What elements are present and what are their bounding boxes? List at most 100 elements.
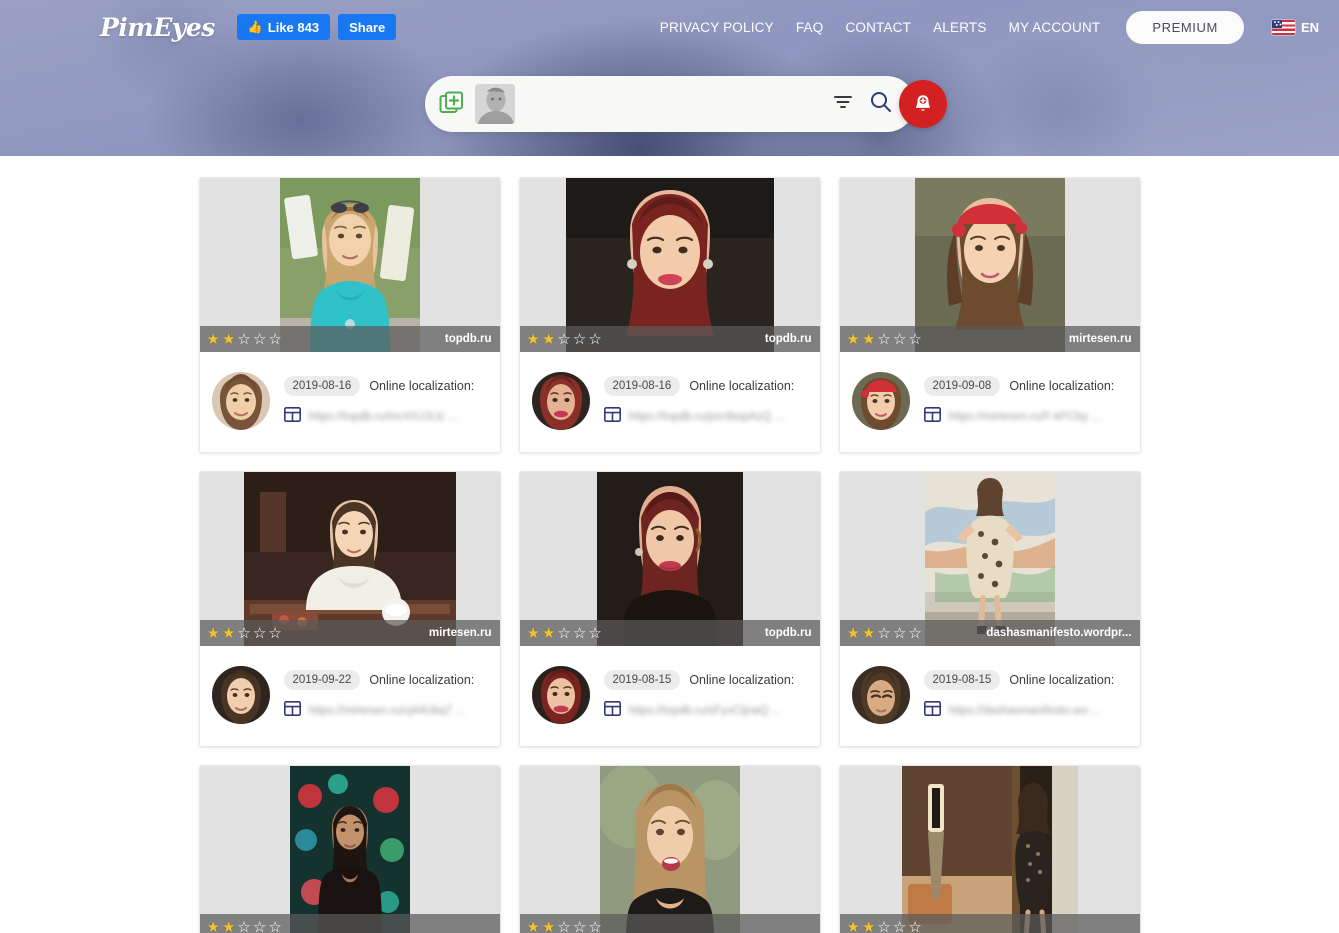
star-empty: ☆ xyxy=(908,624,922,642)
star-empty: ☆ xyxy=(877,624,891,642)
star-rating[interactable]: ★ ★ ☆ ☆ ☆ xyxy=(207,626,282,641)
result-url[interactable]: https://mirtesen.ru/F-kFCby ... xyxy=(949,411,1101,423)
language-code-label: EN xyxy=(1300,19,1319,35)
star-empty: ☆ xyxy=(252,330,267,348)
result-card[interactable]: ★ ★ ☆ ☆ ☆ xyxy=(518,765,821,933)
meta-row-date: 2019-09-22 Online localization: xyxy=(283,669,488,690)
star-rating[interactable]: ★ ★ ☆ ☆ ☆ xyxy=(527,626,602,641)
star-filled: ★ xyxy=(206,330,220,348)
card-meta: 2019-08-16 Online localization: https://… xyxy=(283,375,488,427)
facebook-share-button[interactable]: Share xyxy=(338,14,397,40)
result-domain[interactable]: mirtesen.ru xyxy=(429,627,492,639)
result-image[interactable]: ★ ★ ☆ ☆ ☆ mirtesen.ru xyxy=(839,178,1140,352)
meta-row-url: https://topdb.ru/pxctbopAzQ ... xyxy=(603,406,808,427)
nav-item-contact[interactable]: CONTACT xyxy=(845,20,911,35)
result-url[interactable]: https://topdb.ru/incXXJJLlz ... xyxy=(309,411,458,423)
search-icon[interactable] xyxy=(869,90,893,119)
result-image[interactable]: ★ ★ ☆ ☆ ☆ dashasmanifesto.wordpr... xyxy=(839,472,1140,646)
facebook-like-label: Like 843 xyxy=(267,19,320,35)
star-rating[interactable]: ★ ★ ☆ ☆ ☆ xyxy=(207,332,282,347)
web-page-icon[interactable] xyxy=(283,406,301,427)
result-domain[interactable]: dashasmanifesto.wordpr... xyxy=(986,627,1131,639)
web-page-icon[interactable] xyxy=(603,700,621,721)
result-image[interactable]: ★ ★ ☆ ☆ ☆ topdb.ru xyxy=(199,178,500,352)
pimeyes-logo[interactable]: PimEyes xyxy=(100,13,215,42)
meta-row-url: https://dashasmanifesto.wo ... xyxy=(923,700,1128,721)
result-card[interactable]: ★ ★ ☆ ☆ ☆ topdb.ru xyxy=(198,177,501,453)
meta-row-date: 2019-08-16 Online localization: xyxy=(283,375,488,396)
star-filled: ★ xyxy=(846,624,860,642)
result-card[interactable]: ★ ★ ☆ ☆ ☆ xyxy=(838,765,1141,933)
web-page-icon[interactable] xyxy=(923,700,941,721)
card-body: 2019-08-16 Online localization: https://… xyxy=(520,352,820,452)
nav-item-faq[interactable]: FAQ xyxy=(796,20,824,35)
star-filled: ★ xyxy=(846,330,860,348)
avatar[interactable] xyxy=(211,666,270,724)
result-url[interactable]: https://dashasmanifesto.wo ... xyxy=(949,705,1101,717)
star-rating[interactable]: ★ ★ ☆ ☆ ☆ xyxy=(527,332,602,347)
web-page-icon[interactable] xyxy=(603,406,621,427)
query-face-thumbnail[interactable] xyxy=(474,84,515,124)
web-page-icon[interactable] xyxy=(283,700,301,721)
result-domain[interactable]: topdb.ru xyxy=(765,333,812,345)
result-card[interactable]: ★ ★ ☆ ☆ ☆ topdb.ru xyxy=(518,471,821,747)
avatar[interactable] xyxy=(211,372,270,430)
meta-row-date: 2019-09-08 Online localization: xyxy=(923,375,1128,396)
nav-item-privacy-policy[interactable]: PRIVACY POLICY xyxy=(660,20,774,35)
star-empty: ☆ xyxy=(557,918,571,933)
card-overlay: ★ ★ ☆ ☆ ☆ xyxy=(839,914,1140,933)
star-rating[interactable]: ★ ★ ☆ ☆ ☆ xyxy=(847,332,922,347)
result-card[interactable]: ★ ★ ☆ ☆ ☆ mirtesen.ru xyxy=(838,177,1141,453)
star-rating[interactable]: ★ ★ ☆ ☆ ☆ xyxy=(207,920,282,933)
star-empty: ☆ xyxy=(252,624,267,642)
add-image-icon[interactable] xyxy=(439,91,465,117)
date-badge: 2019-08-15 xyxy=(603,669,681,690)
star-empty: ☆ xyxy=(557,624,571,642)
facebook-like-button[interactable]: 👍 Like 843 xyxy=(236,14,331,40)
result-image[interactable]: ★ ★ ☆ ☆ ☆ topdb.ru xyxy=(519,472,820,646)
avatar[interactable] xyxy=(531,666,590,724)
nav-item-alerts[interactable]: ALERTS xyxy=(933,20,986,35)
filter-icon[interactable] xyxy=(833,92,853,117)
facebook-social-buttons: 👍 Like 843 Share xyxy=(236,14,397,40)
card-meta: 2019-09-08 Online localization: https://… xyxy=(923,375,1128,427)
avatar[interactable] xyxy=(851,666,910,724)
star-filled: ★ xyxy=(861,330,876,348)
result-card[interactable]: ★ ★ ☆ ☆ ☆ mirtesen.ru xyxy=(198,471,501,747)
localization-label: Online localization: xyxy=(1009,378,1115,393)
star-empty: ☆ xyxy=(588,918,602,933)
search-bar[interactable] xyxy=(424,76,947,132)
star-empty: ☆ xyxy=(572,624,587,642)
star-rating[interactable]: ★ ★ ☆ ☆ ☆ xyxy=(847,626,922,641)
result-domain[interactable]: topdb.ru xyxy=(765,627,812,639)
date-badge: 2019-08-16 xyxy=(603,375,681,396)
language-selector[interactable]: EN xyxy=(1271,19,1319,35)
star-filled: ★ xyxy=(861,624,876,642)
meta-row-url: https://mirtesen.ru/F-kFCby ... xyxy=(923,406,1128,427)
star-empty: ☆ xyxy=(268,624,282,642)
result-image[interactable]: ★ ★ ☆ ☆ ☆ xyxy=(199,766,500,933)
star-rating[interactable]: ★ ★ ☆ ☆ ☆ xyxy=(847,920,922,933)
result-url[interactable]: https://mirtesen.ru/cj44Ubq7 ... xyxy=(309,705,466,717)
card-body: 2019-09-08 Online localization: https://… xyxy=(840,352,1140,452)
result-image[interactable]: ★ ★ ☆ ☆ ☆ topdb.ru xyxy=(519,178,820,352)
result-image[interactable]: ★ ★ ☆ ☆ ☆ mirtesen.ru xyxy=(199,472,500,646)
result-card[interactable]: ★ ★ ☆ ☆ ☆ dashasmanifesto.wordpr... 2019… xyxy=(838,471,1141,747)
result-image[interactable]: ★ ★ ☆ ☆ ☆ xyxy=(839,766,1140,933)
star-empty: ☆ xyxy=(237,918,251,933)
nav-item-my-account[interactable]: MY ACCOUNT xyxy=(1009,20,1101,35)
avatar[interactable] xyxy=(531,372,590,430)
result-card[interactable]: ★ ★ ☆ ☆ ☆ xyxy=(198,765,501,933)
result-image[interactable]: ★ ★ ☆ ☆ ☆ xyxy=(519,766,820,933)
web-page-icon[interactable] xyxy=(923,406,941,427)
result-card[interactable]: ★ ★ ☆ ☆ ☆ topdb.ru xyxy=(518,177,821,453)
result-domain[interactable]: mirtesen.ru xyxy=(1069,333,1132,345)
result-domain[interactable]: topdb.ru xyxy=(445,333,492,345)
result-url[interactable]: https://topdb.ru/pxctbopAzQ ... xyxy=(629,411,784,423)
avatar[interactable] xyxy=(851,372,910,430)
result-url[interactable]: https://topdb.ru/sFyvCtjnaQ ... xyxy=(629,705,782,717)
hero-banner: PimEyes 👍 Like 843 Share PRIVACY POLICY … xyxy=(0,0,1339,156)
star-rating[interactable]: ★ ★ ☆ ☆ ☆ xyxy=(527,920,602,933)
premium-button[interactable]: PREMIUM xyxy=(1126,10,1244,44)
add-alert-button[interactable] xyxy=(898,80,947,128)
